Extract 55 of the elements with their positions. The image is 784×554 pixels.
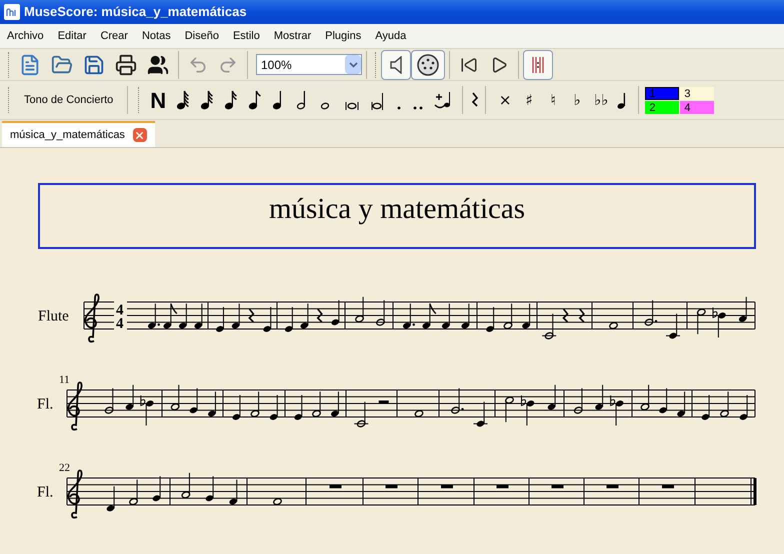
accidental-button[interactable]: ♭ <box>568 88 586 112</box>
menu-item[interactable]: Mostrar <box>266 28 318 44</box>
zoom-dropdown[interactable]: 100% <box>256 54 362 75</box>
document-tab[interactable]: música_y_matemáticas <box>2 121 155 147</box>
note-input-button[interactable]: N <box>146 84 170 116</box>
time-signature: 4 <box>116 316 124 332</box>
measure-number: 22 <box>59 462 70 474</box>
speaker-icon <box>390 56 402 74</box>
accidental-button[interactable]: × <box>496 88 514 112</box>
voice-button[interactable]: 3 <box>680 86 714 100</box>
folder-icon <box>51 54 73 76</box>
eighth-note-icon[interactable] <box>248 89 262 111</box>
repeat-bars-icon <box>530 56 546 74</box>
document-icon <box>19 54 41 76</box>
concert-pitch-button[interactable]: Tono de Concierto <box>16 85 122 115</box>
skip-back-icon <box>460 56 478 74</box>
accidental-button[interactable]: ♯ <box>520 88 538 112</box>
accidental-button[interactable]: ♮ <box>544 88 562 112</box>
midi-plug-icon <box>416 52 440 76</box>
undo-icon <box>188 54 208 74</box>
menu-item[interactable]: Ayuda <box>368 28 414 44</box>
close-tab-button[interactable] <box>132 128 147 142</box>
window-title: MuseScore: música_y_matemáticas <box>24 3 247 22</box>
thirty-second-note-icon[interactable] <box>200 89 214 111</box>
repeat-toggle-button[interactable] <box>523 50 553 80</box>
dropdown-caret-icon <box>348 62 358 68</box>
redo-icon <box>218 54 238 74</box>
voice-button[interactable]: 4 <box>680 100 714 114</box>
people-icon <box>147 54 169 76</box>
menu-item[interactable]: Crear <box>93 28 135 44</box>
instrument-name: Fl. <box>37 484 54 500</box>
app-logo-icon <box>4 4 20 20</box>
voice-button[interactable]: 2 <box>645 100 680 114</box>
menu-item[interactable]: Notas <box>134 28 178 44</box>
instrument-name: Flute <box>38 308 69 324</box>
printer-icon <box>115 54 137 76</box>
tab-label: música_y_matemáticas <box>10 128 125 143</box>
menu-item[interactable]: Estilo <box>226 28 267 44</box>
menu-item[interactable]: Archivo <box>0 28 51 44</box>
menu-item[interactable]: Plugins <box>318 28 368 44</box>
menu-item[interactable]: Diseño <box>178 28 226 44</box>
play-icon <box>490 56 508 74</box>
speaker-button[interactable] <box>381 50 411 80</box>
menu-item[interactable]: Editar <box>50 28 94 44</box>
tie-icon[interactable] <box>434 89 452 111</box>
time-signature: 4 <box>116 302 124 318</box>
accidental-button[interactable]: ♭♭ <box>592 88 610 112</box>
midi-input-button[interactable] <box>411 50 445 80</box>
sixty-fourth-note-icon[interactable] <box>176 89 190 111</box>
measure-number: 11 <box>59 374 70 386</box>
close-icon <box>134 130 146 140</box>
sixteenth-note-icon[interactable] <box>224 89 238 111</box>
instrument-name: Fl. <box>37 396 54 412</box>
score-title: música y matemáticas <box>268 192 526 227</box>
save-icon <box>83 54 105 76</box>
